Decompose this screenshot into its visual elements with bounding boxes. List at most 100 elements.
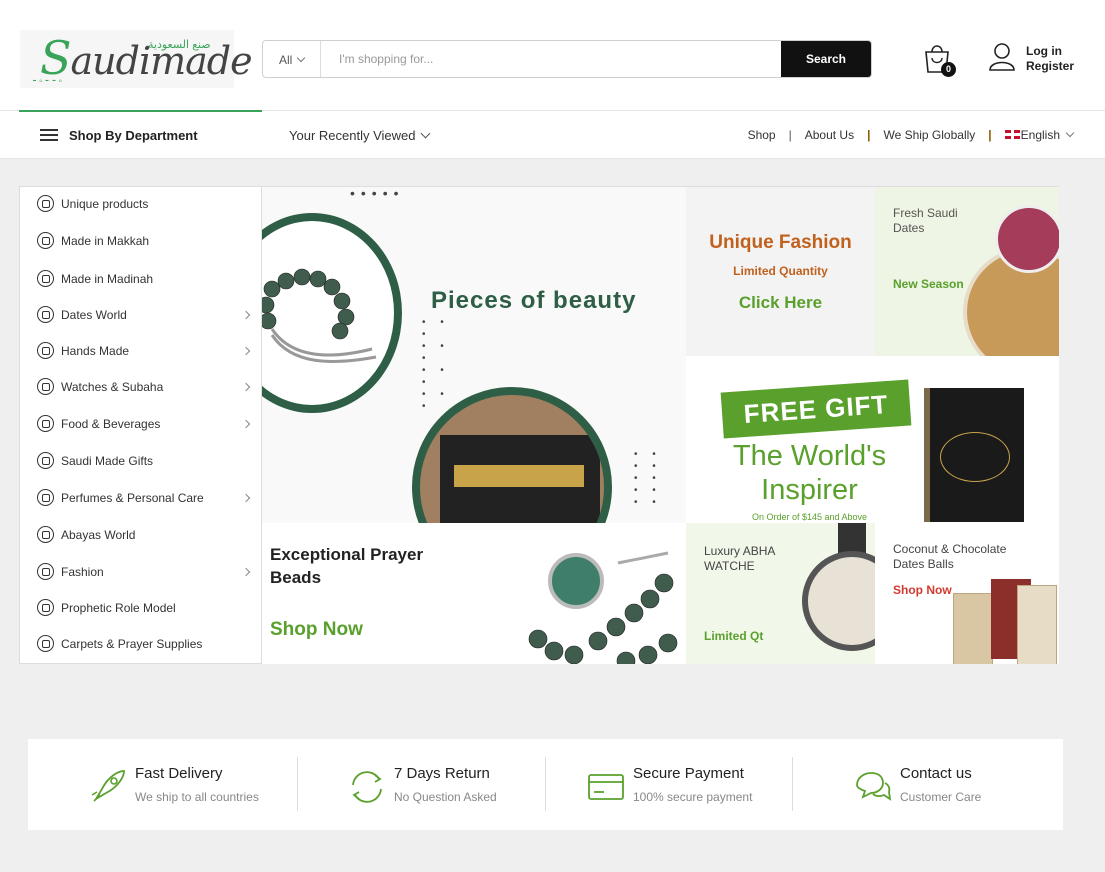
recently-viewed-dropdown[interactable]: Your Recently Viewed — [289, 128, 431, 143]
chevron-right-icon — [241, 567, 251, 577]
sidebar-item-label: Saudi Made Gifts — [61, 454, 154, 468]
shop-by-department-button[interactable]: Shop By Department — [19, 110, 262, 159]
sidebar-item-made-in-makkah[interactable]: Made in Makkah — [20, 227, 261, 257]
dates-balls-banner[interactable]: Coconut & Chocolate Dates Balls Shop Now — [875, 523, 1059, 664]
fresh-dates-banner[interactable]: Fresh Saudi Dates New Season — [875, 187, 1059, 356]
prayer-beads-image — [528, 551, 678, 664]
dates-bowl-image — [995, 205, 1059, 273]
product-box-image — [953, 593, 993, 664]
sidebar-item-label: Fashion — [61, 565, 104, 579]
fashion-title: Unique Fashion — [709, 232, 852, 253]
category-icon — [37, 563, 54, 580]
decorative-dots: ••••• — [350, 187, 405, 201]
nav-link-shop[interactable]: Shop — [748, 128, 776, 142]
cart-count-badge: 0 — [941, 62, 956, 77]
logo-wordmark: Saudimade — [40, 31, 253, 85]
fashion-subtitle: Limited Quantity — [733, 264, 828, 278]
feature-subtitle: We ship to all countries — [135, 790, 259, 804]
user-icon[interactable] — [988, 42, 1016, 72]
department-label: Shop By Department — [69, 128, 198, 143]
search-bar: All Search — [262, 40, 872, 78]
feature-secure-payment: Secure Payment 100% secure payment — [526, 757, 773, 813]
chat-icon — [856, 772, 892, 801]
credit-card-icon — [588, 774, 624, 800]
sidebar-item-label: Unique products — [61, 197, 149, 211]
unique-fashion-banner[interactable]: Unique Fashion Limited Quantity Click He… — [686, 187, 875, 356]
feature-title: Contact us — [900, 765, 972, 782]
shop-now-link[interactable]: Shop Now — [270, 619, 363, 641]
chevron-right-icon — [241, 493, 251, 503]
watch-title: Luxury ABHA WATCHE — [704, 544, 775, 573]
sidebar-item-fashion[interactable]: Fashion — [20, 558, 261, 588]
features-bar: Fast Delivery We ship to all countries 7… — [28, 739, 1063, 830]
category-icon — [37, 378, 54, 395]
feature-title: Secure Payment — [633, 765, 744, 782]
prayer-beads-banner[interactable]: Exceptional Prayer Beads Shop Now — [262, 523, 686, 664]
gift-line-1: The World's — [732, 440, 887, 472]
dates-balls-title: Coconut & Chocolate Dates Balls — [893, 542, 1007, 571]
sidebar-item-carpets-prayer-supplies[interactable]: Carpets & Prayer Supplies — [20, 630, 261, 660]
fashion-cta-link[interactable]: Click Here — [686, 293, 875, 313]
sidebar-item-made-in-madinah[interactable]: Made in Madinah — [20, 265, 261, 295]
category-icon — [37, 270, 54, 287]
free-gift-banner[interactable]: FREE GIFT The World's Inspirer On Order … — [686, 356, 1059, 523]
search-button[interactable]: Search — [781, 41, 871, 77]
main-section: Unique products Made in Makkah Made in M… — [19, 186, 1059, 664]
sidebar-item-watches-subaha[interactable]: Watches & Subaha — [20, 373, 261, 403]
sidebar-item-hands-made[interactable]: Hands Made — [20, 337, 261, 367]
sidebar-item-dates-world[interactable]: Dates World — [20, 301, 261, 331]
gift-note: On Order of $145 and Above — [751, 512, 868, 522]
category-icon — [37, 342, 54, 359]
uk-flag-icon — [1004, 130, 1020, 139]
chevron-right-icon — [241, 346, 251, 356]
department-sidebar: Unique products Made in Makkah Made in M… — [20, 187, 262, 663]
logo-arabic-text: صنع السعودية — [148, 39, 211, 51]
dates-balls-shop-now-link[interactable]: Shop Now — [893, 583, 952, 597]
sidebar-item-label: Abayas World — [61, 528, 136, 542]
site-logo[interactable]: Saudimade صنع السعودية ⁃◦⁃⁃◦ — [20, 30, 253, 88]
chevron-down-icon — [1065, 128, 1075, 138]
account-links: Log in Register — [1026, 44, 1074, 74]
cart-button[interactable]: 0 — [922, 42, 958, 78]
register-link[interactable]: Register — [1026, 59, 1074, 74]
decorative-dots: • • • • • • • • • • • • — [422, 317, 450, 412]
feature-title: Fast Delivery — [135, 765, 223, 782]
sidebar-item-unique-products[interactable]: Unique products — [20, 190, 261, 220]
recently-viewed-label: Your Recently Viewed — [289, 128, 416, 143]
sidebar-item-label: Carpets & Prayer Supplies — [61, 637, 203, 651]
feature-subtitle: Customer Care — [900, 790, 982, 804]
feature-title: 7 Days Return — [394, 765, 490, 782]
watch-image — [802, 551, 875, 651]
dates-subtitle: New Season — [893, 277, 964, 291]
gift-line-2: Inspirer — [761, 474, 858, 506]
hamburger-menu-icon — [40, 129, 58, 141]
login-link[interactable]: Log in — [1026, 44, 1074, 59]
category-icon — [37, 232, 54, 249]
language-selector[interactable]: English — [1004, 128, 1075, 142]
chevron-right-icon — [241, 419, 251, 429]
main-nav: Shop By Department Your Recently Viewed … — [0, 110, 1105, 159]
sidebar-item-perfumes-personal-care[interactable]: Perfumes & Personal Care — [20, 484, 261, 514]
chevron-right-icon — [241, 310, 251, 320]
sidebar-item-food-beverages[interactable]: Food & Beverages — [20, 410, 261, 440]
sidebar-item-abayas-world[interactable]: Abayas World — [20, 521, 261, 551]
nav-separator: | — [988, 128, 992, 142]
sidebar-item-label: Watches & Subaha — [61, 380, 164, 394]
top-header: Saudimade صنع السعودية ⁃◦⁃⁃◦ All Search … — [0, 0, 1105, 111]
nav-link-about-us[interactable]: About Us — [805, 128, 854, 142]
search-input[interactable] — [322, 41, 782, 77]
nav-link-we-ship-globally[interactable]: We Ship Globally — [883, 128, 975, 142]
hero-banner[interactable]: ••••• Pieces of beauty • • • • • • • • • • … — [262, 187, 686, 523]
category-icon — [37, 452, 54, 469]
chevron-down-icon — [297, 53, 306, 63]
luxury-watch-banner[interactable]: Luxury ABHA WATCHE Limited Qt — [686, 523, 875, 664]
sidebar-item-saudi-made-gifts[interactable]: Saudi Made Gifts — [20, 447, 261, 477]
sidebar-item-label: Perfumes & Personal Care — [61, 491, 204, 505]
language-label: English — [1020, 128, 1060, 142]
sidebar-item-label: Made in Makkah — [61, 234, 150, 248]
sidebar-item-label: Hands Made — [61, 344, 130, 358]
search-category-select[interactable]: All — [263, 41, 321, 77]
sidebar-item-prophetic-role-model[interactable]: Prophetic Role Model — [20, 594, 261, 624]
rocket-icon — [91, 770, 125, 802]
chevron-down-icon — [421, 128, 431, 139]
